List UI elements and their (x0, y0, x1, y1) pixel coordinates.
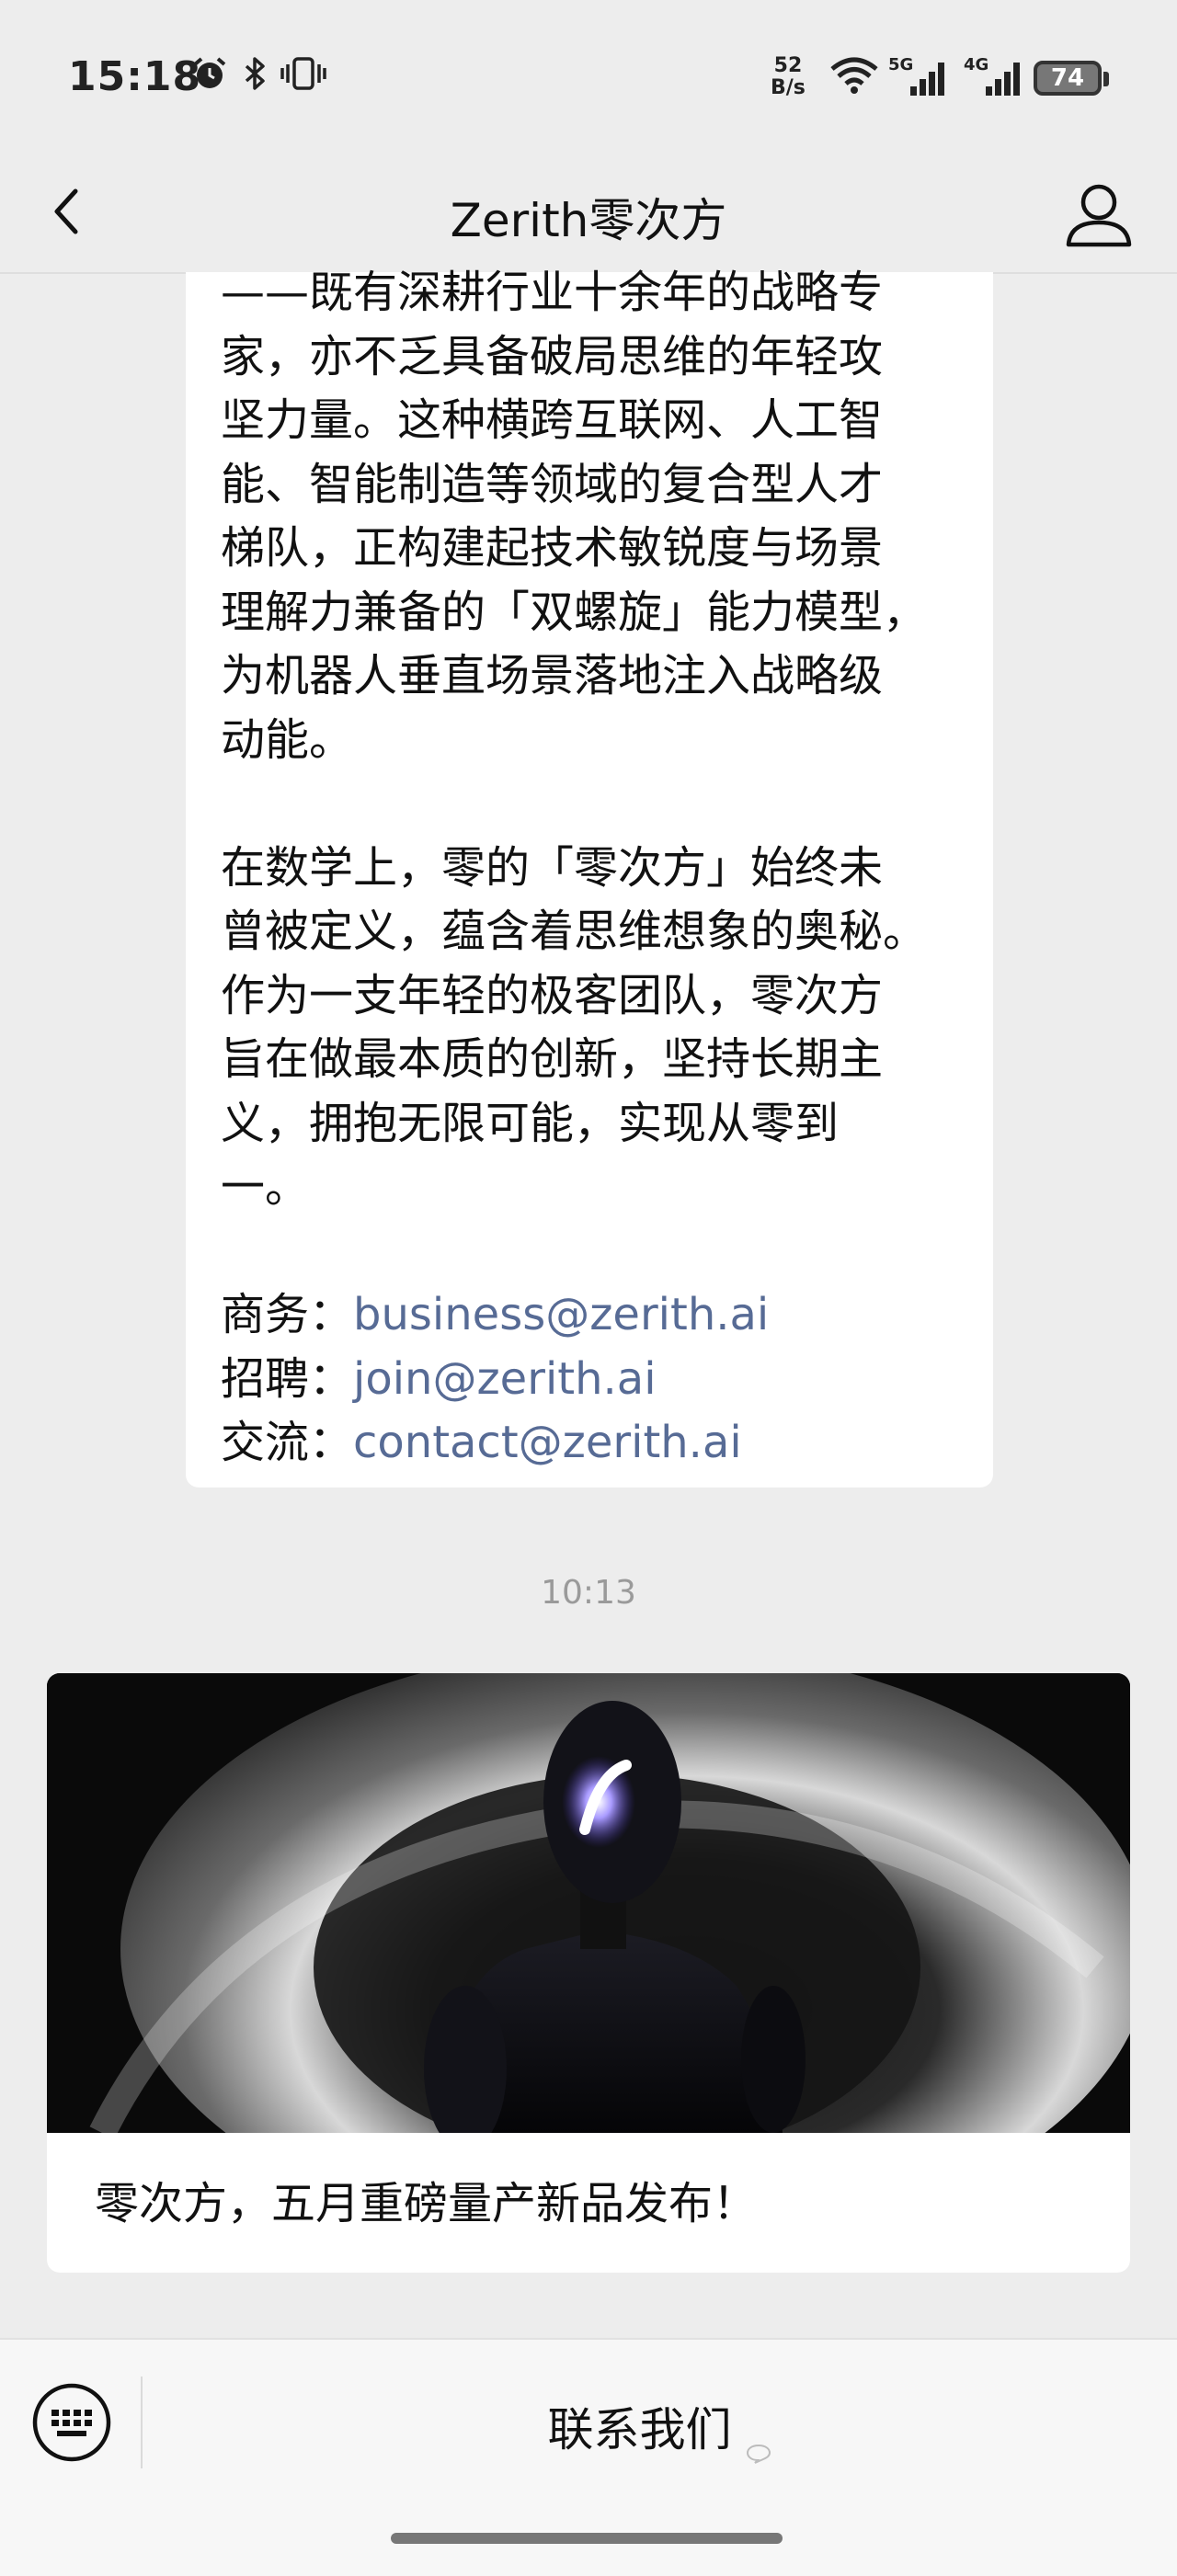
signal-icon: 4G (964, 55, 1030, 103)
paragraph-spacer (221, 772, 975, 837)
article-text: ——既有深耕行业十余年的战略专 家，亦不乏具备破局思维的年轻攻 坚力量。这种横跨… (221, 261, 975, 1476)
text-line: 一。 (221, 1161, 310, 1213)
card-title: 零次方，五月重磅量产新品发布！ (95, 2178, 758, 2229)
contact-exchange: 交流：contact@zerith.ai (221, 1411, 975, 1476)
text-line: 义，拥抱无限可能，实现从零到 (221, 1097, 840, 1149)
text-line: 梯队，正构建起技术敏锐度与场景 (221, 522, 884, 574)
chat-bubble-icon (745, 2422, 772, 2464)
text-line: 能、智能制造等领域的复合型人才 (221, 458, 884, 510)
signal-2-label: 4G (964, 55, 988, 74)
network-speed-value: 52 (773, 54, 803, 77)
contact-us-label: 联系我们 (547, 2403, 732, 2456)
alarm-icon (191, 55, 228, 97)
article-paragraph: ——既有深耕行业十余年的战略专 家，亦不乏具备破局思维的年轻攻 坚力量。这种横跨… (221, 261, 975, 772)
join-email-link[interactable]: join@zerith.ai (353, 1353, 657, 1405)
text-line: 为机器人垂直场景落地注入战略级 (221, 650, 884, 701)
status-bar: 15:18 52 B/s 5G 4G 74 (0, 0, 1177, 156)
robot-figure-image (47, 1673, 1130, 2252)
text-line: 家，亦不乏具备破局思维的年轻攻 (221, 330, 884, 382)
contact-label: 商务： (221, 1289, 354, 1340)
keyboard-toggle-button[interactable] (31, 2382, 112, 2463)
text-line: 在数学上，零的「零次方」始终未 (221, 841, 884, 894)
home-indicator[interactable] (391, 2533, 783, 2544)
contact-label: 交流： (221, 1417, 354, 1468)
profile-button[interactable] (1057, 173, 1140, 256)
text-line: ——既有深耕行业十余年的战略专 (221, 267, 884, 318)
battery-level: 74 (1050, 64, 1085, 92)
text-line: 坚力量。这种横跨互联网、人工智 (221, 394, 884, 446)
contact-label: 招聘： (221, 1352, 354, 1405)
article-paragraph: 在数学上，零的「零次方」始终未 曾被定义，蕴含着思维想象的奥秘。 作为一支年轻的… (221, 837, 975, 1220)
network-speed: 52 B/s (771, 55, 806, 99)
battery-icon: 74 (1034, 61, 1102, 96)
paragraph-spacer (221, 1220, 975, 1284)
text-line: 旨在做最本质的创新，坚持长期主 (221, 1033, 884, 1085)
keyboard-icon (32, 2383, 111, 2462)
contact-recruit: 招聘：join@zerith.ai (221, 1348, 975, 1412)
text-line: 动能。 (221, 713, 354, 766)
text-line: 作为一支年轻的极客团队，零次方 (221, 969, 884, 1021)
battery-tip (1103, 72, 1109, 86)
contact-business: 商务：business@zerith.ai (221, 1283, 975, 1348)
text-line: 曾被定义，蕴含着思维想象的奥秘。 (221, 906, 928, 957)
vibrate-icon (280, 55, 327, 97)
signal-icon: 5G (888, 55, 954, 103)
article-card[interactable]: 零次方，五月重磅量产新品发布！ (47, 1673, 1130, 2273)
signal-1-label: 5G (888, 55, 913, 74)
person-icon (1066, 184, 1132, 247)
message-timestamp: 10:13 (541, 1574, 636, 1612)
wifi-icon (829, 55, 879, 101)
bluetooth-icon (241, 55, 269, 97)
page-title: Zerith零次方 (450, 194, 727, 247)
network-speed-unit: B/s (771, 76, 806, 99)
contact-email-link[interactable]: contact@zerith.ai (353, 1417, 742, 1468)
business-email-link[interactable]: business@zerith.ai (353, 1289, 769, 1340)
chat-header: Zerith零次方 (0, 156, 1177, 274)
contact-us-menu-button[interactable]: 联系我们 (143, 2393, 1177, 2464)
status-time: 15:18 (68, 53, 202, 100)
text-line: 理解力兼备的「双螺旋」能力模型， (221, 586, 928, 638)
